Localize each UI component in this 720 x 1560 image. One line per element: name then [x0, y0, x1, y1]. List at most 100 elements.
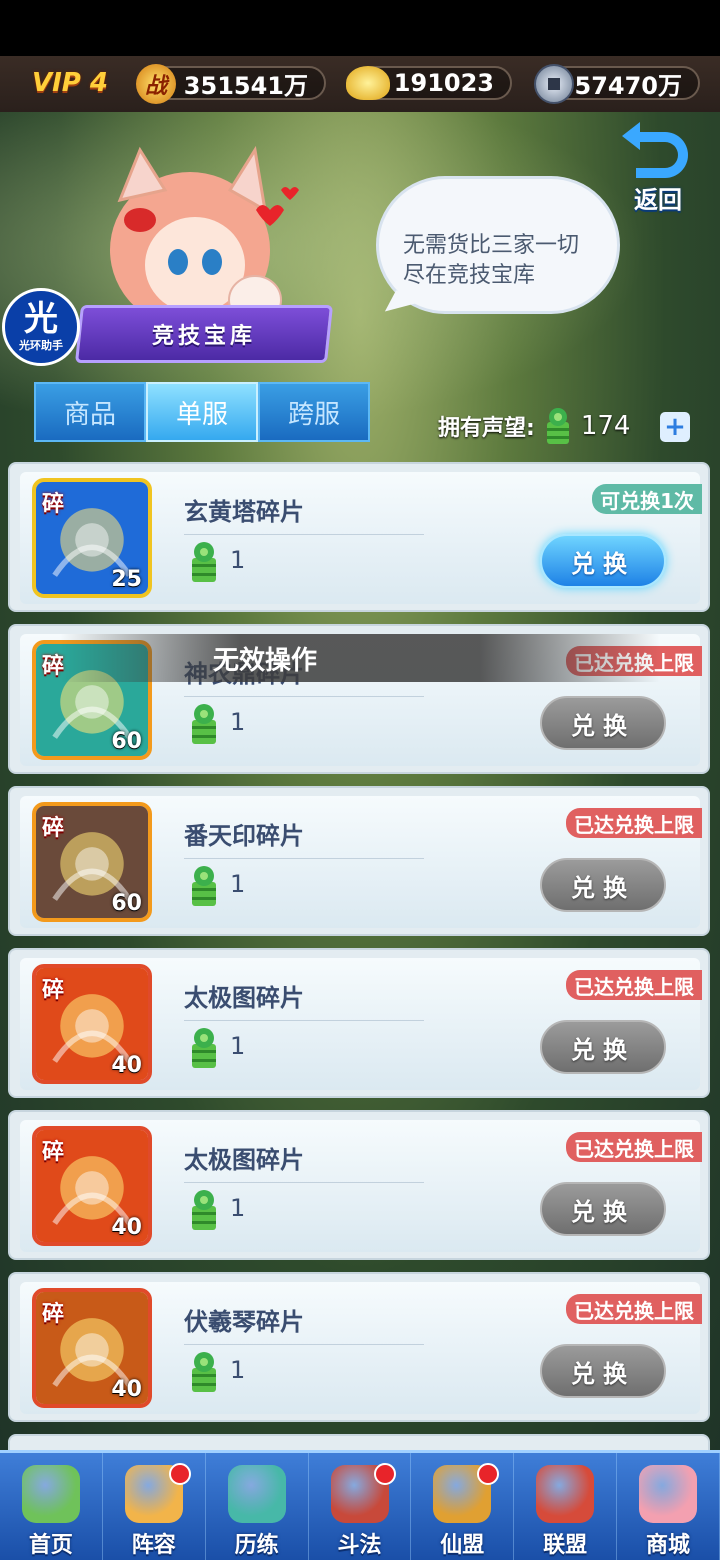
exchange-status-badge: 已达兑换上限 — [566, 1132, 702, 1162]
back-label: 返回 — [634, 186, 682, 214]
nav-label: 首页 — [28, 1533, 73, 1558]
jade-reputation-icon — [546, 408, 569, 444]
page-title-banner: 竞技宝库 — [74, 305, 334, 363]
nav-item[interactable]: 首页 — [0, 1453, 103, 1560]
item-thumbnail[interactable]: 碎 40 — [32, 964, 152, 1084]
divider — [184, 1182, 424, 1183]
item-cost: 1 — [230, 1356, 246, 1384]
list-item: 碎 40 伏羲琴碎片 1 已达兑换上限 兑换 — [8, 1272, 710, 1422]
divider — [184, 1020, 424, 1021]
item-thumbnail[interactable]: 碎 40 — [32, 1288, 152, 1408]
jade-reputation-icon — [192, 1028, 216, 1068]
item-name: 伏羲琴碎片 — [184, 1308, 304, 1336]
item-cost: 1 — [230, 870, 246, 898]
jade-reputation-icon — [192, 542, 216, 582]
reputation-value: 174 — [580, 411, 631, 441]
nav-item[interactable]: 斗法 — [309, 1453, 412, 1560]
fragment-tag: 碎 — [42, 816, 65, 841]
power-icon: 战 — [136, 64, 176, 104]
jade-reputation-icon — [192, 704, 216, 744]
nav-item[interactable]: 商城 — [617, 1453, 720, 1560]
exchange-status-badge: 已达兑换上限 — [566, 970, 702, 1000]
bubble-line-2: 尽在竞技宝库 — [403, 263, 536, 288]
nav-label: 联盟 — [543, 1533, 588, 1558]
fragment-quantity: 25 — [111, 567, 142, 592]
item-name: 玄黄塔碎片 — [184, 498, 304, 526]
assistant-logo-char: 光 — [24, 299, 58, 339]
divider — [184, 534, 424, 535]
vip-level: VIP 4 — [32, 68, 108, 98]
gold-value: 191023 — [393, 69, 494, 97]
speech-bubble: 无需货比三家一切 尽在竞技宝库 — [376, 176, 620, 314]
assistant-label: 光环助手 — [19, 339, 63, 352]
assistant-floating-button[interactable]: 光 光环助手 — [2, 288, 80, 366]
list-item: 碎 60 番天印碎片 1 已达兑换上限 兑换 — [8, 786, 710, 936]
exchange-status-badge: 已达兑换上限 — [566, 808, 702, 838]
item-thumbnail[interactable]: 碎 60 — [32, 802, 152, 922]
page-title: 竞技宝库 — [151, 324, 256, 349]
fragment-quantity: 40 — [111, 1215, 142, 1240]
training-gourd-icon — [227, 1465, 286, 1523]
copper-coin-icon — [534, 64, 574, 104]
list-item: 碎 40 太极图碎片 1 已达兑换上限 兑换 — [8, 948, 710, 1098]
power-display: 351541万 — [150, 66, 326, 100]
nav-item[interactable]: 联盟 — [514, 1453, 618, 1560]
alliance-banner-icon — [536, 1465, 595, 1523]
home-island-icon — [22, 1465, 80, 1523]
tab-cross-server[interactable]: 跨服 — [258, 382, 370, 442]
reputation-display: 拥有声望: 174 — [438, 406, 630, 446]
notification-dot — [168, 1463, 191, 1485]
fragment-quantity: 60 — [111, 729, 142, 754]
nav-item[interactable]: 历练 — [206, 1453, 309, 1560]
fragment-quantity: 60 — [111, 891, 142, 916]
item-name: 太极图碎片 — [184, 1146, 304, 1174]
nav-item[interactable]: 阵容 — [103, 1453, 206, 1560]
exchange-button[interactable]: 兑换 — [540, 1344, 666, 1398]
fragment-quantity: 40 — [111, 1053, 142, 1078]
jade-reputation-icon — [192, 1352, 216, 1392]
list-item: 碎 25 玄黄塔碎片 1 可兑换1次 兑换 — [8, 462, 710, 612]
fragment-tag: 碎 — [42, 978, 65, 1003]
exchange-button[interactable]: 兑换 — [540, 534, 666, 588]
notification-dot — [374, 1463, 397, 1485]
exchange-button[interactable]: 兑换 — [540, 696, 666, 750]
item-thumbnail[interactable]: 碎 40 — [32, 1126, 152, 1246]
reputation-label: 拥有声望: — [438, 416, 535, 441]
back-button[interactable]: 返回 — [622, 122, 700, 214]
jade-reputation-icon — [192, 1190, 216, 1230]
fragment-tag: 碎 — [42, 1302, 65, 1327]
exchange-button[interactable]: 兑换 — [540, 1182, 666, 1236]
tab-goods[interactable]: 商品 — [34, 382, 146, 442]
nav-label: 阵容 — [131, 1533, 176, 1558]
exchange-status-badge: 可兑换1次 — [592, 484, 702, 514]
notification-dot — [477, 1463, 500, 1485]
item-cost: 1 — [230, 708, 246, 736]
exchange-button[interactable]: 兑换 — [540, 858, 666, 912]
item-cost: 1 — [230, 546, 246, 574]
nav-item[interactable]: 仙盟 — [411, 1453, 515, 1560]
item-name: 番天印碎片 — [184, 822, 304, 850]
exchange-status-badge: 已达兑换上限 — [566, 1294, 702, 1324]
nav-label: 仙盟 — [440, 1533, 485, 1558]
toast-message: 无效操作 — [60, 634, 660, 682]
fragment-quantity: 40 — [111, 1377, 142, 1402]
fragment-tag: 碎 — [42, 1140, 65, 1165]
item-name: 太极图碎片 — [184, 984, 304, 1012]
divider — [184, 1344, 424, 1345]
coin-value: 57470万 — [574, 71, 683, 100]
item-cost: 1 — [230, 1194, 246, 1222]
currency-bar: VIP 4 351541万 战 191023 57470万 — [0, 56, 720, 112]
divider — [184, 696, 424, 697]
divider — [184, 858, 424, 859]
status-bar — [0, 0, 720, 56]
power-value: 351541万 — [183, 71, 308, 100]
shop-tabs: 商品 单服 跨服 — [34, 382, 370, 442]
nav-label: 斗法 — [337, 1533, 382, 1558]
add-reputation-button[interactable]: + — [660, 412, 690, 442]
jade-reputation-icon — [192, 866, 216, 906]
tab-single-server[interactable]: 单服 — [146, 382, 258, 442]
gold-ingot-icon — [346, 66, 390, 100]
exchange-button[interactable]: 兑换 — [540, 1020, 666, 1074]
item-thumbnail[interactable]: 碎 25 — [32, 478, 152, 598]
list-item: 碎 40 太极图碎片 1 已达兑换上限 兑换 — [8, 1110, 710, 1260]
